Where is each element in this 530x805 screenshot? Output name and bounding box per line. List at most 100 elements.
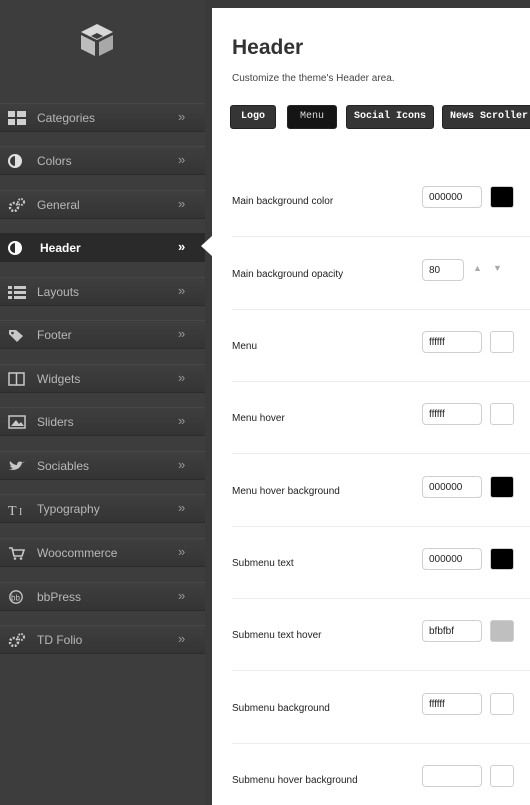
setting-row: Submenu text hover bfbfbf [232,598,530,671]
setting-row: Menu hover background 000000 [232,454,530,527]
widgets-columns-icon [8,372,25,386]
colors-contrast-icon [8,154,22,168]
setting-row: Menu ffffff [232,309,530,382]
setting-row: Main background opacity 80 ▲ ▼ [232,237,530,310]
setting-row: Main background color 000000 [232,164,530,237]
typography-icon: T I [8,504,22,516]
chevron-right-icon: » [178,370,186,385]
color-swatch[interactable] [490,403,514,425]
sidebar-item-header[interactable]: Header » [0,233,205,262]
increment-arrow-icon[interactable]: ▲ [473,263,482,273]
chevron-right-icon: » [178,239,186,254]
sidebar-item-categories[interactable]: Categories » [0,103,205,132]
footer-tag-icon [9,330,23,342]
sidebar-item-label: TD Folio [37,633,83,647]
color-hex-input[interactable]: ffffff [422,331,482,353]
setting-label: Main background opacity [232,269,344,280]
setting-label: Main background color [232,196,334,207]
color-swatch[interactable] [490,620,514,642]
color-hex-input[interactable]: ffffff [422,403,482,425]
setting-row: Submenu hover background [232,743,530,805]
sidebar-item-layouts[interactable]: Layouts » [0,277,205,306]
sidebar-item-footer[interactable]: Footer » [0,320,205,349]
header-contrast-icon [8,241,22,255]
setting-label: Menu hover [232,413,285,424]
categories-grid-icon [8,111,26,125]
setting-label: Submenu background [232,703,330,714]
sidebar-item-label: Widgets [37,372,81,386]
sliders-image-icon [8,415,26,429]
color-swatch[interactable] [490,331,514,353]
chevron-right-icon: » [178,152,186,167]
color-swatch[interactable] [490,765,514,787]
sidebar-item-widgets[interactable]: Widgets » [0,364,205,393]
decrement-arrow-icon[interactable]: ▼ [493,263,502,273]
sidebar-item-typography[interactable]: T I Typography » [0,494,205,523]
sidebar-item-label: bbPress [37,590,82,604]
color-hex-input[interactable]: ffffff [422,693,482,715]
sidebar-item-label: Categories [37,111,96,125]
page-title: Header [232,36,304,59]
sidebar-item-label: Woocommerce [37,546,118,560]
setting-row: Submenu text 000000 [232,526,530,599]
sidebar-item-label: Footer [37,328,72,342]
sidebar: Categories » Colors » General » Header » [0,0,205,805]
setting-row: Submenu background ffffff [232,671,530,744]
page-subtitle: Customize the theme's Header area. [232,73,395,84]
sidebar-item-label: General [37,198,80,212]
sidebar-item-label: Typography [37,502,100,516]
sidebar-item-label: Colors [37,154,72,168]
sidebar-item-bbpress[interactable]: bb bbPress » [0,582,205,611]
sidebar-item-colors[interactable]: Colors » [0,146,205,175]
sidebar-item-label: Header [40,241,81,255]
svg-text:I: I [19,507,22,516]
general-gears-icon [8,198,25,212]
theme-logo-icon [81,24,113,56]
setting-label: Menu hover background [232,486,340,497]
sidebar-item-label: Sliders [37,415,74,429]
chevron-right-icon: » [178,326,186,341]
tab-menu[interactable]: Menu [287,105,337,129]
chevron-right-icon: » [178,413,186,428]
setting-label: Submenu text [232,558,294,569]
color-hex-input[interactable]: bfbfbf [422,620,482,642]
chevron-right-icon: » [178,283,186,298]
bbpress-icon: bb [9,590,23,604]
sidebar-item-sliders[interactable]: Sliders » [0,407,205,436]
setting-label: Submenu text hover [232,630,322,641]
chevron-right-icon: » [178,544,186,559]
opacity-input[interactable]: 80 [422,259,464,281]
color-swatch[interactable] [490,693,514,715]
chevron-right-icon: » [178,109,186,124]
chevron-right-icon: » [178,500,186,515]
layouts-list-icon [8,286,26,299]
color-swatch[interactable] [490,186,514,208]
color-hex-input[interactable] [422,765,482,787]
sidebar-item-td-folio[interactable]: TD Folio » [0,625,205,654]
color-swatch[interactable] [490,548,514,570]
setting-label: Submenu hover background [232,775,358,786]
color-hex-input[interactable]: 000000 [422,548,482,570]
color-hex-input[interactable]: 000000 [422,476,482,498]
chevron-right-icon: » [178,196,186,211]
chevron-right-icon: » [178,631,186,646]
active-item-pointer [201,236,212,256]
tab-social-icons[interactable]: Social Icons [346,105,434,129]
td-folio-gears-icon [8,633,25,647]
tab-logo[interactable]: Logo [230,105,276,129]
woocommerce-cart-icon [9,547,26,560]
svg-text:T: T [8,504,17,516]
chevron-right-icon: » [178,457,186,472]
settings-panel: Header Customize the theme's Header area… [212,8,530,805]
color-hex-input[interactable]: 000000 [422,186,482,208]
color-swatch[interactable] [490,476,514,498]
tab-news-scroller[interactable]: News Scroller [442,105,530,129]
svg-text:bb: bb [11,594,20,603]
sidebar-item-woocommerce[interactable]: Woocommerce » [0,538,205,567]
sidebar-item-general[interactable]: General » [0,190,205,219]
sidebar-item-label: Sociables [37,459,90,473]
setting-label: Menu [232,341,258,352]
sidebar-item-sociables[interactable]: Sociables » [0,451,205,480]
sociables-bird-icon [9,461,25,470]
setting-row: Menu hover ffffff [232,381,530,454]
